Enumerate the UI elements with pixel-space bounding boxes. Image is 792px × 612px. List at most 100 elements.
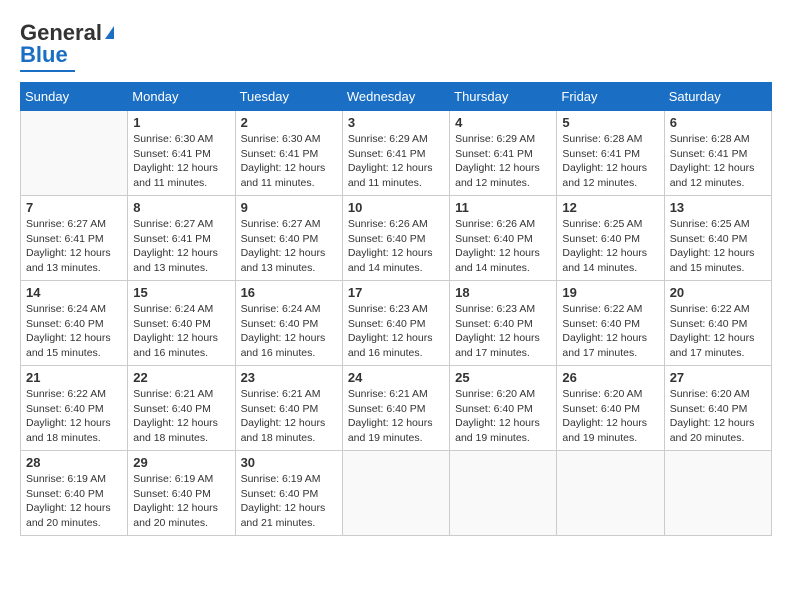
calendar-cell: 22 Sunrise: 6:21 AMSunset: 6:40 PMDayligh… — [128, 366, 235, 451]
day-number: 7 — [26, 200, 122, 215]
day-info: Sunrise: 6:20 AMSunset: 6:40 PMDaylight:… — [562, 387, 658, 446]
calendar-cell: 9 Sunrise: 6:27 AMSunset: 6:40 PMDaylight… — [235, 196, 342, 281]
header-friday: Friday — [557, 83, 664, 111]
header-tuesday: Tuesday — [235, 83, 342, 111]
day-info: Sunrise: 6:23 AMSunset: 6:40 PMDaylight:… — [348, 302, 444, 361]
day-info: Sunrise: 6:29 AMSunset: 6:41 PMDaylight:… — [455, 132, 551, 191]
calendar-table: SundayMondayTuesdayWednesdayThursdayFrid… — [20, 82, 772, 536]
day-number: 16 — [241, 285, 337, 300]
day-info: Sunrise: 6:25 AMSunset: 6:40 PMDaylight:… — [670, 217, 766, 276]
calendar-cell: 7 Sunrise: 6:27 AMSunset: 6:41 PMDaylight… — [21, 196, 128, 281]
day-info: Sunrise: 6:24 AMSunset: 6:40 PMDaylight:… — [26, 302, 122, 361]
header-sunday: Sunday — [21, 83, 128, 111]
day-number: 28 — [26, 455, 122, 470]
calendar-cell: 6 Sunrise: 6:28 AMSunset: 6:41 PMDaylight… — [664, 111, 771, 196]
logo-blue: Blue — [20, 42, 68, 68]
calendar-cell: 30 Sunrise: 6:19 AMSunset: 6:40 PMDayligh… — [235, 451, 342, 536]
calendar-cell — [342, 451, 449, 536]
day-info: Sunrise: 6:24 AMSunset: 6:40 PMDaylight:… — [133, 302, 229, 361]
day-info: Sunrise: 6:20 AMSunset: 6:40 PMDaylight:… — [670, 387, 766, 446]
calendar-cell: 19Sunrise: 6:22 AMSunset: 6:40 PMDayligh… — [557, 281, 664, 366]
calendar-cell: 8 Sunrise: 6:27 AMSunset: 6:41 PMDaylight… — [128, 196, 235, 281]
header-saturday: Saturday — [664, 83, 771, 111]
calendar-cell: 29 Sunrise: 6:19 AMSunset: 6:40 PMDayligh… — [128, 451, 235, 536]
day-number: 22 — [133, 370, 229, 385]
day-number: 17 — [348, 285, 444, 300]
calendar-cell: 15 Sunrise: 6:24 AMSunset: 6:40 PMDayligh… — [128, 281, 235, 366]
day-info: Sunrise: 6:19 AMSunset: 6:40 PMDaylight:… — [241, 472, 337, 531]
day-number: 13 — [670, 200, 766, 215]
day-number: 30 — [241, 455, 337, 470]
day-info: Sunrise: 6:26 AMSunset: 6:40 PMDaylight:… — [455, 217, 551, 276]
day-info: Sunrise: 6:21 AMSunset: 6:40 PMDaylight:… — [241, 387, 337, 446]
day-info: Sunrise: 6:27 AMSunset: 6:41 PMDaylight:… — [26, 217, 122, 276]
day-number: 2 — [241, 115, 337, 130]
calendar-week-3: 14Sunrise: 6:24 AMSunset: 6:40 PMDayligh… — [21, 281, 772, 366]
calendar-cell: 21 Sunrise: 6:22 AMSunset: 6:40 PMDayligh… — [21, 366, 128, 451]
day-number: 21 — [26, 370, 122, 385]
calendar-cell: 1 Sunrise: 6:30 AMSunset: 6:41 PMDaylight… — [128, 111, 235, 196]
header-monday: Monday — [128, 83, 235, 111]
day-info: Sunrise: 6:22 AMSunset: 6:40 PMDaylight:… — [26, 387, 122, 446]
calendar-cell: 4 Sunrise: 6:29 AMSunset: 6:41 PMDaylight… — [450, 111, 557, 196]
calendar-cell: 17 Sunrise: 6:23 AMSunset: 6:40 PMDayligh… — [342, 281, 449, 366]
day-number: 9 — [241, 200, 337, 215]
day-number: 1 — [133, 115, 229, 130]
calendar-cell: 10 Sunrise: 6:26 AMSunset: 6:40 PMDayligh… — [342, 196, 449, 281]
day-number: 26 — [562, 370, 658, 385]
calendar-cell: 14Sunrise: 6:24 AMSunset: 6:40 PMDayligh… — [21, 281, 128, 366]
day-number: 4 — [455, 115, 551, 130]
calendar-header-row: SundayMondayTuesdayWednesdayThursdayFrid… — [21, 83, 772, 111]
calendar-cell: 18Sunrise: 6:23 AMSunset: 6:40 PMDayligh… — [450, 281, 557, 366]
day-info: Sunrise: 6:30 AMSunset: 6:41 PMDaylight:… — [133, 132, 229, 191]
day-number: 25 — [455, 370, 551, 385]
day-info: Sunrise: 6:19 AMSunset: 6:40 PMDaylight:… — [26, 472, 122, 531]
day-number: 20 — [670, 285, 766, 300]
day-number: 15 — [133, 285, 229, 300]
calendar-week-4: 21 Sunrise: 6:22 AMSunset: 6:40 PMDayligh… — [21, 366, 772, 451]
day-number: 24 — [348, 370, 444, 385]
day-number: 6 — [670, 115, 766, 130]
day-info: Sunrise: 6:19 AMSunset: 6:40 PMDaylight:… — [133, 472, 229, 531]
day-info: Sunrise: 6:22 AMSunset: 6:40 PMDaylight:… — [670, 302, 766, 361]
calendar-cell: 25 Sunrise: 6:20 AMSunset: 6:40 PMDayligh… — [450, 366, 557, 451]
calendar-cell: 28 Sunrise: 6:19 AMSunset: 6:40 PMDayligh… — [21, 451, 128, 536]
day-info: Sunrise: 6:28 AMSunset: 6:41 PMDaylight:… — [670, 132, 766, 191]
calendar-cell — [664, 451, 771, 536]
day-number: 10 — [348, 200, 444, 215]
day-number: 11 — [455, 200, 551, 215]
calendar-cell: 26 Sunrise: 6:20 AMSunset: 6:40 PMDayligh… — [557, 366, 664, 451]
day-number: 3 — [348, 115, 444, 130]
day-info: Sunrise: 6:30 AMSunset: 6:41 PMDaylight:… — [241, 132, 337, 191]
logo-triangle-icon — [105, 26, 114, 39]
page-header: General Blue — [20, 20, 772, 72]
day-number: 5 — [562, 115, 658, 130]
calendar-cell: 13 Sunrise: 6:25 AMSunset: 6:40 PMDayligh… — [664, 196, 771, 281]
calendar-cell — [557, 451, 664, 536]
day-number: 8 — [133, 200, 229, 215]
header-thursday: Thursday — [450, 83, 557, 111]
day-info: Sunrise: 6:24 AMSunset: 6:40 PMDaylight:… — [241, 302, 337, 361]
day-info: Sunrise: 6:29 AMSunset: 6:41 PMDaylight:… — [348, 132, 444, 191]
calendar-cell: 24 Sunrise: 6:21 AMSunset: 6:40 PMDayligh… — [342, 366, 449, 451]
calendar-cell: 12Sunrise: 6:25 AMSunset: 6:40 PMDayligh… — [557, 196, 664, 281]
day-number: 23 — [241, 370, 337, 385]
day-info: Sunrise: 6:25 AMSunset: 6:40 PMDaylight:… — [562, 217, 658, 276]
day-number: 18 — [455, 285, 551, 300]
day-info: Sunrise: 6:27 AMSunset: 6:40 PMDaylight:… — [241, 217, 337, 276]
calendar-cell: 20 Sunrise: 6:22 AMSunset: 6:40 PMDayligh… — [664, 281, 771, 366]
calendar-week-1: 1 Sunrise: 6:30 AMSunset: 6:41 PMDaylight… — [21, 111, 772, 196]
calendar-cell: 11 Sunrise: 6:26 AMSunset: 6:40 PMDayligh… — [450, 196, 557, 281]
day-info: Sunrise: 6:20 AMSunset: 6:40 PMDaylight:… — [455, 387, 551, 446]
calendar-week-5: 28 Sunrise: 6:19 AMSunset: 6:40 PMDayligh… — [21, 451, 772, 536]
day-info: Sunrise: 6:21 AMSunset: 6:40 PMDaylight:… — [348, 387, 444, 446]
day-info: Sunrise: 6:27 AMSunset: 6:41 PMDaylight:… — [133, 217, 229, 276]
day-info: Sunrise: 6:26 AMSunset: 6:40 PMDaylight:… — [348, 217, 444, 276]
day-info: Sunrise: 6:21 AMSunset: 6:40 PMDaylight:… — [133, 387, 229, 446]
calendar-cell — [21, 111, 128, 196]
day-number: 29 — [133, 455, 229, 470]
calendar-cell: 5Sunrise: 6:28 AMSunset: 6:41 PMDaylight… — [557, 111, 664, 196]
day-info: Sunrise: 6:22 AMSunset: 6:40 PMDaylight:… — [562, 302, 658, 361]
logo: General Blue — [20, 20, 114, 72]
logo-underline — [20, 70, 75, 72]
